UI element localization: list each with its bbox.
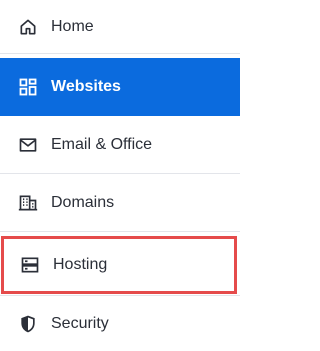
sidebar-item-domains[interactable]: Domains — [0, 174, 240, 232]
sidebar-item-label: Email & Office — [51, 136, 153, 153]
home-icon — [17, 16, 39, 38]
mail-icon — [17, 134, 39, 156]
sidebar-item-home[interactable]: Home — [0, 0, 240, 53]
sidebar-item-label: Domains — [51, 194, 115, 211]
hosting-icon — [19, 254, 41, 276]
divider — [0, 53, 240, 54]
divider — [0, 231, 240, 232]
sidebar-item-websites[interactable]: Websites — [0, 58, 240, 116]
shield-icon — [17, 313, 39, 335]
sidebar-item-email-office[interactable]: Email & Office — [0, 116, 240, 174]
domains-icon — [17, 192, 39, 214]
sidebar-item-security[interactable]: Security — [0, 296, 240, 351]
sidebar-item-label: Hosting — [53, 256, 108, 273]
sidebar-item-label: Security — [51, 314, 109, 332]
sidebar-item-hosting[interactable]: Hosting — [1, 236, 237, 294]
websites-icon — [17, 76, 39, 98]
sidebar-item-label: Websites — [51, 78, 121, 95]
sidebar-nav: Home Websites Email & Office Domains Hos… — [0, 0, 240, 351]
sidebar-item-label: Home — [51, 17, 94, 35]
